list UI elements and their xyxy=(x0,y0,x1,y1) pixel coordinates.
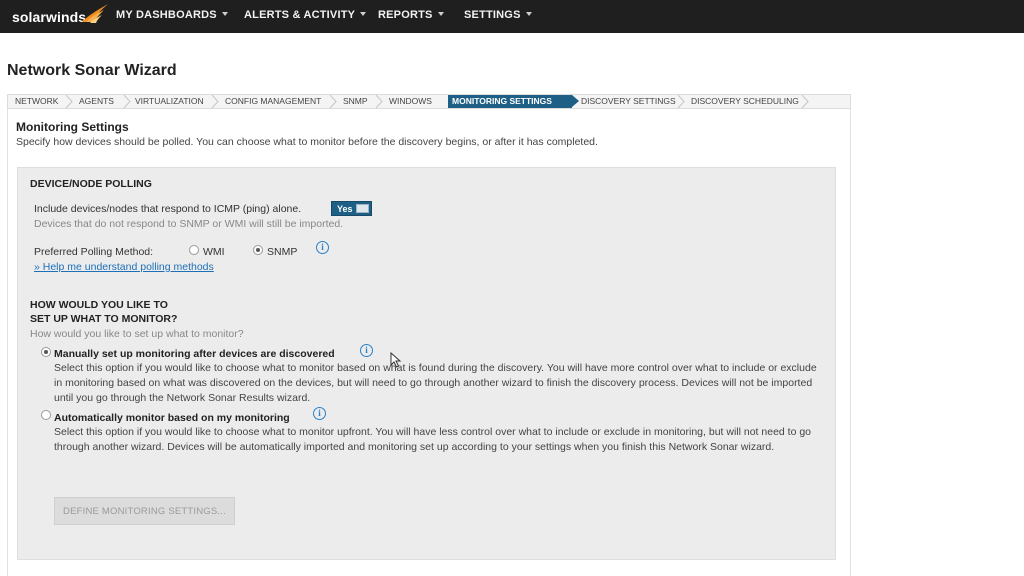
mouse-cursor-icon xyxy=(390,352,402,368)
top-nav-bar: solarwinds MY DASHBOARDS ALERTS & ACTIVI… xyxy=(0,0,1024,33)
radio-wmi[interactable] xyxy=(189,245,199,255)
solarwinds-logo[interactable]: solarwinds xyxy=(12,4,108,28)
icmp-toggle[interactable]: Yes xyxy=(331,201,372,216)
nav-reports-label: REPORTS xyxy=(378,9,433,21)
nav-reports[interactable]: REPORTS xyxy=(378,9,444,21)
setup-heading-line1: HOW WOULD YOU LIKE TO xyxy=(30,299,168,311)
icmp-note: Devices that do not respond to SNMP or W… xyxy=(34,218,344,230)
define-monitoring-settings-button[interactable]: DEFINE MONITORING SETTINGS... xyxy=(54,497,235,525)
radio-automatic-setup[interactable] xyxy=(41,410,51,420)
icmp-label: Include devices/nodes that respond to IC… xyxy=(34,203,302,215)
step-discovery-settings[interactable]: DISCOVERY SETTINGS xyxy=(581,95,676,108)
step-virtualization[interactable]: VIRTUALIZATION xyxy=(135,95,204,108)
step-separator-icon xyxy=(211,95,219,108)
step-windows[interactable]: WINDOWS xyxy=(389,95,432,108)
polling-info-icon[interactable]: i xyxy=(316,241,329,254)
step-network[interactable]: NETWORK xyxy=(15,95,58,108)
step-separator-icon xyxy=(65,95,73,108)
nav-my-dashboards-label: MY DASHBOARDS xyxy=(116,9,217,21)
wizard-steps: NETWORK AGENTS VIRTUALIZATION CONFIG MAN… xyxy=(7,94,851,109)
radio-snmp-label[interactable]: SNMP xyxy=(267,246,297,258)
setup-question: How would you like to set up what to mon… xyxy=(30,328,244,340)
toggle-knob xyxy=(356,204,369,213)
manual-setup-label[interactable]: Manually set up monitoring after devices… xyxy=(54,348,335,360)
polling-method-label: Preferred Polling Method: xyxy=(34,246,154,258)
flame-icon xyxy=(82,4,108,23)
step-separator-icon xyxy=(677,95,685,108)
nav-alerts-activity-label: ALERTS & ACTIVITY xyxy=(244,9,356,21)
step-snmp[interactable]: SNMP xyxy=(343,95,368,108)
step-separator-icon xyxy=(123,95,131,108)
radio-snmp[interactable] xyxy=(253,245,263,255)
radio-manual-setup[interactable] xyxy=(41,347,51,357)
manual-setup-description: Select this option if you would like to … xyxy=(54,362,817,404)
section-subtitle: Specify how devices should be polled. Yo… xyxy=(16,136,598,148)
active-step-arrow-icon xyxy=(572,95,579,107)
polling-heading: DEVICE/NODE POLLING xyxy=(30,178,152,190)
step-separator-icon xyxy=(801,95,809,108)
setup-heading-line2: SET UP WHAT TO MONITOR? xyxy=(30,313,178,325)
step-discovery-scheduling[interactable]: DISCOVERY SCHEDULING xyxy=(691,95,799,108)
section-title: Monitoring Settings xyxy=(16,120,129,134)
step-monitoring-settings[interactable]: MONITORING SETTINGS xyxy=(448,95,572,108)
nav-my-dashboards[interactable]: MY DASHBOARDS xyxy=(116,9,228,21)
step-agents[interactable]: AGENTS xyxy=(79,95,114,108)
nav-alerts-activity[interactable]: ALERTS & ACTIVITY xyxy=(244,9,367,21)
manual-info-icon[interactable]: i xyxy=(360,344,373,357)
automatic-setup-label[interactable]: Automatically monitor based on my monito… xyxy=(54,412,290,424)
logo-text: solarwinds xyxy=(12,9,87,25)
automatic-setup-description: Select this option if you would like to … xyxy=(54,426,812,453)
step-config-management[interactable]: CONFIG MANAGEMENT xyxy=(225,95,321,108)
chevron-down-icon xyxy=(360,12,367,17)
nav-settings-label: SETTINGS xyxy=(464,9,521,21)
nav-settings[interactable]: SETTINGS xyxy=(464,9,532,21)
radio-wmi-label[interactable]: WMI xyxy=(203,246,225,258)
step-separator-icon xyxy=(329,95,337,108)
step-separator-icon xyxy=(375,95,383,108)
icmp-toggle-label: Yes xyxy=(337,203,353,214)
automatic-info-icon[interactable]: i xyxy=(313,407,326,420)
page-title: Network Sonar Wizard xyxy=(7,62,177,79)
help-polling-link[interactable]: » Help me understand polling methods xyxy=(34,261,214,273)
chevron-down-icon xyxy=(221,12,228,17)
chevron-down-icon xyxy=(437,12,444,17)
chevron-down-icon xyxy=(525,12,532,17)
